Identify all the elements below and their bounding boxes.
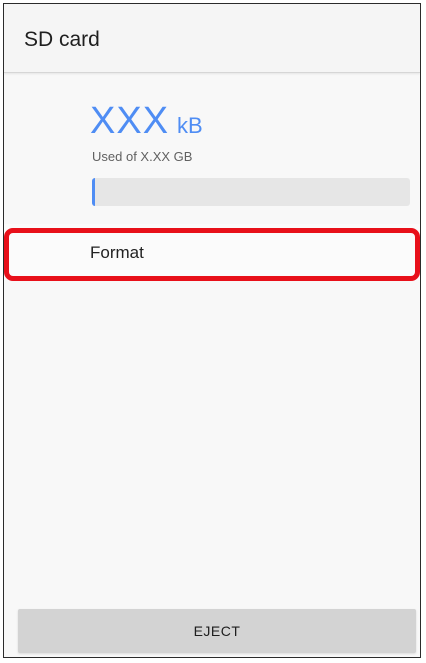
format-menu-item[interactable]: Format (4, 224, 420, 280)
used-amount-value: XXX (90, 100, 170, 142)
sd-card-settings-screen: SD card XXX kB Used of X.XX GB Format EJ… (3, 3, 421, 658)
format-label: Format (90, 243, 144, 262)
eject-button[interactable]: EJECT (18, 609, 416, 653)
app-bar: SD card (4, 4, 420, 73)
used-amount-unit: kB (177, 113, 203, 138)
storage-usage-summary: XXX kB Used of X.XX GB (90, 101, 410, 164)
used-amount: XXX kB (90, 101, 410, 141)
storage-progress-fill (92, 178, 96, 206)
used-of-total-caption: Used of X.XX GB (92, 149, 193, 164)
page-title: SD card (24, 28, 100, 51)
storage-progress-bar (92, 178, 410, 206)
